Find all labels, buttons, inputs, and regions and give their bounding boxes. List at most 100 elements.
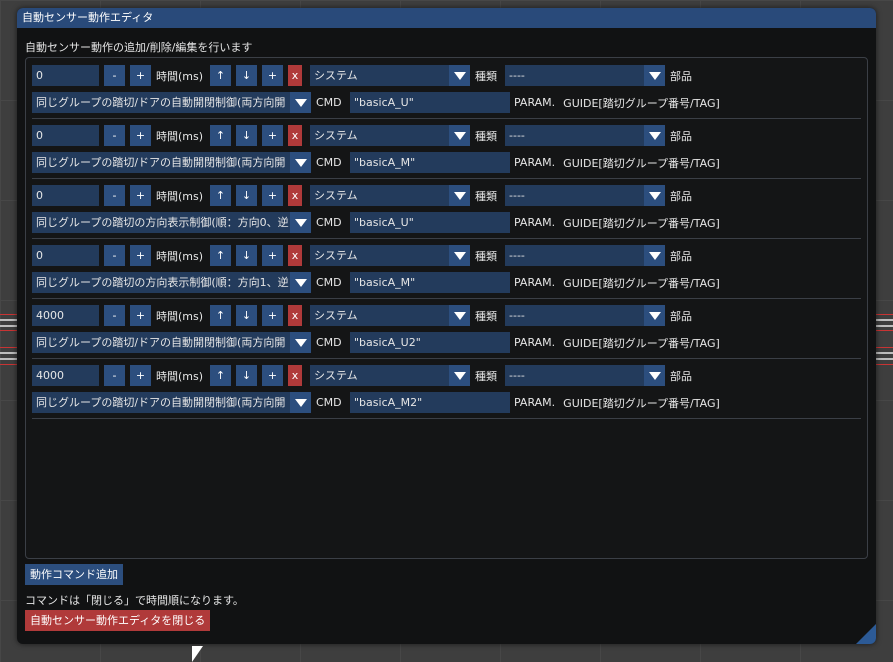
delete-button[interactable]: x [288, 305, 302, 326]
chevron-down-icon[interactable] [449, 245, 470, 266]
add-command-button[interactable]: 動作コマンド追加 [25, 564, 123, 585]
time-input[interactable]: 0 [32, 185, 99, 206]
insert-button[interactable]: + [262, 125, 283, 146]
time-input[interactable]: 4000 [32, 365, 99, 386]
command-type-select[interactable]: 同じグループの踏切/ドアの自動開閉制御(両方向開 [32, 92, 311, 113]
delete-button[interactable]: x [288, 245, 302, 266]
kind-select[interactable]: ---- [505, 185, 665, 206]
chevron-down-icon[interactable] [644, 365, 665, 386]
insert-button[interactable]: + [262, 245, 283, 266]
command-type-select[interactable]: 同じグループの踏切の方向表示制御(順：方向0、逆 [32, 212, 311, 233]
system-select[interactable]: システム [310, 125, 470, 146]
command-type-select[interactable]: 同じグループの踏切/ドアの自動開閉制御(両方向開 [32, 392, 311, 413]
chevron-down-icon[interactable] [644, 305, 665, 326]
move-down-button[interactable]: ↓ [236, 65, 257, 86]
time-decrement-button[interactable]: - [104, 245, 125, 266]
chevron-down-icon[interactable] [290, 332, 311, 353]
insert-button[interactable]: + [262, 365, 283, 386]
insert-button[interactable]: + [262, 65, 283, 86]
time-increment-button[interactable]: + [130, 305, 151, 326]
delete-button[interactable]: x [288, 125, 302, 146]
system-select[interactable]: システム [310, 245, 470, 266]
move-up-button[interactable]: ↑ [210, 365, 231, 386]
command-type-select[interactable]: 同じグループの踏切の方向表示制御(順：方向1、逆 [32, 272, 311, 293]
time-increment-button[interactable]: + [130, 185, 151, 206]
move-up-button[interactable]: ↑ [210, 305, 231, 326]
system-select[interactable]: システム [310, 185, 470, 206]
kind-select[interactable]: ---- [505, 245, 665, 266]
time-increment-button[interactable]: + [130, 125, 151, 146]
kind-select[interactable]: ---- [505, 365, 665, 386]
move-down-button[interactable]: ↓ [236, 245, 257, 266]
insert-button[interactable]: + [262, 305, 283, 326]
chevron-down-icon[interactable] [644, 65, 665, 86]
command-list-panel[interactable]: 0 - + 時間(ms) ↑ ↓ + x システム 種類 ---- 部品 同じグ… [25, 57, 868, 559]
command-controls-row: 0 - + 時間(ms) ↑ ↓ + x システム 種類 ---- 部品 [32, 185, 692, 206]
delete-button[interactable]: x [288, 65, 302, 86]
time-decrement-button[interactable]: - [104, 185, 125, 206]
time-input[interactable]: 0 [32, 245, 99, 266]
time-decrement-button[interactable]: - [104, 125, 125, 146]
resize-grip-icon[interactable] [856, 624, 876, 644]
system-select[interactable]: システム [310, 365, 470, 386]
move-up-button[interactable]: ↑ [210, 125, 231, 146]
system-select[interactable]: システム [310, 305, 470, 326]
cmd-label: CMD [316, 336, 342, 349]
cmd-input[interactable]: "basicA_M2" [350, 392, 510, 413]
move-up-button[interactable]: ↑ [210, 245, 231, 266]
chevron-down-icon[interactable] [290, 212, 311, 233]
time-decrement-button[interactable]: - [104, 305, 125, 326]
time-decrement-button[interactable]: - [104, 365, 125, 386]
window-title[interactable]: 自動センサー動作エディタ [17, 8, 876, 28]
kind-select[interactable]: ---- [505, 305, 665, 326]
cmd-input[interactable]: "basicA_U2" [350, 332, 510, 353]
move-down-button[interactable]: ↓ [236, 185, 257, 206]
time-input[interactable]: 0 [32, 125, 99, 146]
chevron-down-icon[interactable] [644, 245, 665, 266]
command-detail-row: 同じグループの踏切/ドアの自動開閉制御(両方向開 CMD "basicA_U" … [32, 92, 720, 113]
cmd-label: CMD [316, 396, 342, 409]
time-decrement-button[interactable]: - [104, 65, 125, 86]
move-down-button[interactable]: ↓ [236, 365, 257, 386]
chevron-down-icon[interactable] [449, 125, 470, 146]
chevron-down-icon[interactable] [449, 305, 470, 326]
chevron-down-icon[interactable] [449, 365, 470, 386]
command-type-select[interactable]: 同じグループの踏切/ドアの自動開閉制御(両方向開 [32, 152, 311, 173]
command-type-select[interactable]: 同じグループの踏切/ドアの自動開閉制御(両方向開 [32, 332, 311, 353]
chevron-down-icon[interactable] [290, 272, 311, 293]
command-entry: 4000 - + 時間(ms) ↑ ↓ + x システム 種類 ---- 部品 … [32, 358, 861, 419]
time-increment-button[interactable]: + [130, 245, 151, 266]
time-input[interactable]: 4000 [32, 305, 99, 326]
cmd-input[interactable]: "basicA_M" [350, 272, 510, 293]
kind-select-value: ---- [509, 69, 525, 82]
delete-button[interactable]: x [288, 185, 302, 206]
cmd-input[interactable]: "basicA_M" [350, 152, 510, 173]
time-label: 時間(ms) [156, 129, 204, 143]
chevron-down-icon[interactable] [644, 185, 665, 206]
chevron-down-icon[interactable] [290, 392, 311, 413]
system-select[interactable]: システム [310, 65, 470, 86]
kind-label: 種類 [475, 249, 497, 263]
move-up-button[interactable]: ↑ [210, 185, 231, 206]
chevron-down-icon[interactable] [290, 92, 311, 113]
cmd-input[interactable]: "basicA_U" [350, 212, 510, 233]
move-up-button[interactable]: ↑ [210, 65, 231, 86]
chevron-down-icon[interactable] [644, 125, 665, 146]
time-input[interactable]: 0 [32, 65, 99, 86]
time-increment-button[interactable]: + [130, 365, 151, 386]
kind-select[interactable]: ---- [505, 65, 665, 86]
chevron-down-icon[interactable] [449, 65, 470, 86]
move-down-button[interactable]: ↓ [236, 305, 257, 326]
chevron-down-icon[interactable] [449, 185, 470, 206]
guide-label: GUIDE[踏切グループ番号/TAG] [563, 276, 720, 290]
delete-button[interactable]: x [288, 365, 302, 386]
time-label: 時間(ms) [156, 249, 204, 263]
cmd-input[interactable]: "basicA_U" [350, 92, 510, 113]
guide-label: GUIDE[踏切グループ番号/TAG] [563, 336, 720, 350]
chevron-down-icon[interactable] [290, 152, 311, 173]
time-increment-button[interactable]: + [130, 65, 151, 86]
move-down-button[interactable]: ↓ [236, 125, 257, 146]
insert-button[interactable]: + [262, 185, 283, 206]
close-editor-button[interactable]: 自動センサー動作エディタを閉じる [25, 610, 211, 631]
kind-select[interactable]: ---- [505, 125, 665, 146]
